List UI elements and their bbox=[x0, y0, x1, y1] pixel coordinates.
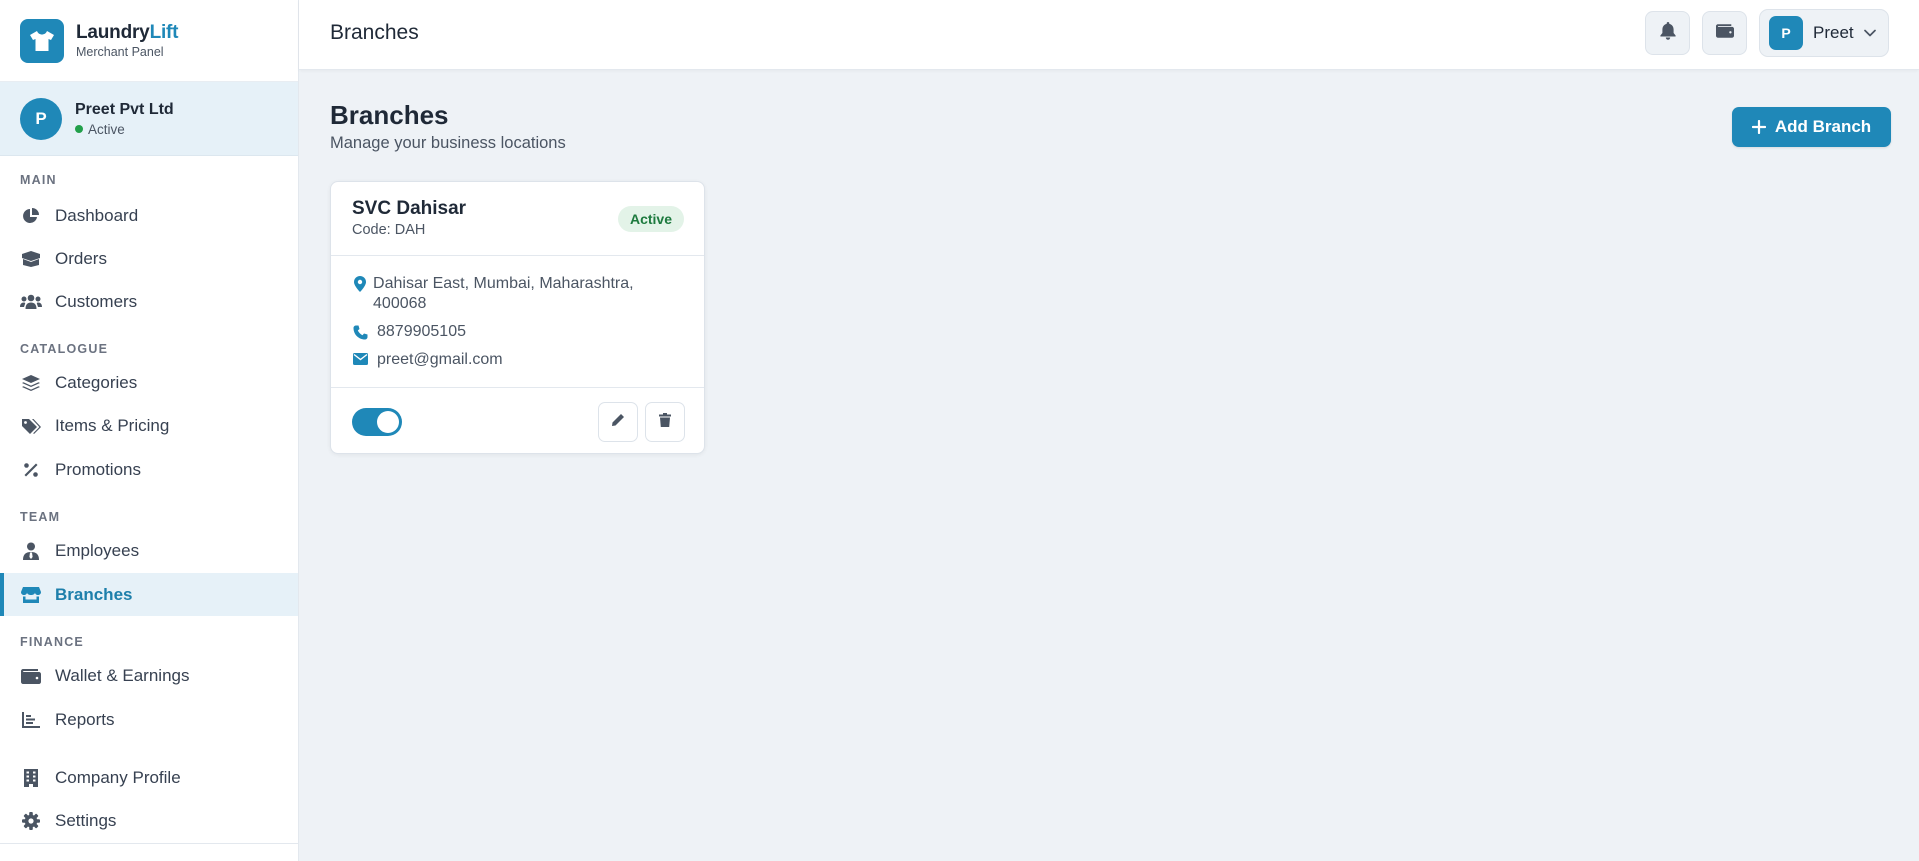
percent-icon bbox=[20, 459, 42, 481]
bell-icon bbox=[1659, 21, 1676, 45]
pencil-icon bbox=[611, 413, 625, 432]
users-icon bbox=[20, 291, 42, 313]
sidebar-item-orders[interactable]: Orders bbox=[0, 237, 298, 280]
company-card[interactable]: P Preet Pvt Ltd Active bbox=[0, 82, 298, 156]
user-avatar: P bbox=[1769, 16, 1803, 50]
sidebar-item-reports[interactable]: Reports bbox=[0, 698, 298, 741]
sidebar-item-label: Reports bbox=[55, 709, 115, 729]
wallet-button[interactable] bbox=[1702, 11, 1747, 55]
wallet-icon bbox=[20, 665, 42, 687]
sidebar-item-label: Items & Pricing bbox=[55, 415, 170, 435]
branch-phone: 8879905105 bbox=[377, 323, 466, 340]
sidebar-item-categories[interactable]: Categories bbox=[0, 361, 298, 404]
brand-name-part1: Laundry bbox=[76, 22, 150, 43]
gear-icon bbox=[20, 810, 42, 832]
sidebar-item-label: Wallet & Earnings bbox=[55, 665, 190, 685]
tags-icon bbox=[20, 415, 42, 437]
user-tie-icon bbox=[20, 540, 42, 562]
branch-active-toggle[interactable] bbox=[352, 408, 402, 436]
sidebar-item-label: Orders bbox=[55, 248, 107, 268]
nav-section-catalogue: CATALOGUE bbox=[20, 342, 109, 356]
branch-email: preet@gmail.com bbox=[377, 351, 503, 368]
add-branch-button[interactable]: Add Branch bbox=[1732, 107, 1891, 147]
nav-section-finance: FINANCE bbox=[20, 635, 84, 649]
company-avatar: P bbox=[20, 97, 62, 140]
wallet-icon bbox=[1715, 23, 1734, 43]
branch-address: Dahisar East, Mumbai, Maharashtra, 40006… bbox=[373, 275, 634, 312]
sidebar-item-company-profile[interactable]: Company Profile bbox=[0, 756, 298, 799]
branch-email-row: preet@gmail.com bbox=[352, 351, 503, 369]
nav-section-team: TEAM bbox=[20, 510, 61, 524]
status-dot-icon bbox=[75, 125, 83, 133]
brand-name: LaundryLift bbox=[76, 22, 179, 44]
bar-chart-icon bbox=[20, 709, 42, 731]
sidebar-item-customers[interactable]: Customers bbox=[0, 280, 298, 323]
brand-name-part2: Lift bbox=[149, 22, 179, 43]
chevron-down-icon bbox=[1863, 29, 1876, 37]
company-status-text: Active bbox=[88, 121, 125, 137]
box-open-icon bbox=[20, 248, 42, 270]
tshirt-logo-icon bbox=[20, 18, 64, 63]
sidebar-item-label: Company Profile bbox=[55, 767, 181, 787]
header-title: Branches bbox=[330, 21, 419, 44]
branch-address-row: Dahisar East, Mumbai, Maharashtra, 40006… bbox=[352, 274, 672, 314]
envelope-icon bbox=[352, 351, 368, 365]
sidebar-item-label: Dashboard bbox=[55, 205, 139, 225]
sidebar-item-settings[interactable]: Settings bbox=[0, 799, 298, 842]
phone-icon bbox=[352, 323, 368, 340]
sidebar: LaundryLift Merchant Panel P Preet Pvt L… bbox=[0, 0, 299, 861]
sidebar-divider bbox=[0, 843, 298, 844]
sidebar-item-promotions[interactable]: Promotions bbox=[0, 448, 298, 491]
delete-branch-button[interactable] bbox=[645, 402, 685, 442]
nav-section-main: MAIN bbox=[20, 173, 57, 187]
sidebar-item-label: Customers bbox=[55, 291, 138, 311]
sidebar-item-wallet-earnings[interactable]: Wallet & Earnings bbox=[0, 654, 298, 697]
branch-name: SVC Dahisar bbox=[352, 198, 467, 219]
notifications-button[interactable] bbox=[1645, 11, 1690, 55]
map-marker-icon bbox=[352, 274, 367, 292]
branch-code: Code: DAH bbox=[352, 222, 426, 238]
sidebar-item-label: Settings bbox=[55, 810, 117, 830]
toggle-knob bbox=[377, 411, 399, 433]
sidebar-item-label: Employees bbox=[55, 540, 140, 560]
company-name: Preet Pvt Ltd bbox=[75, 100, 174, 118]
branch-card: SVC Dahisar Code: DAH Active Dahisar Eas… bbox=[330, 181, 705, 454]
plus-icon bbox=[1751, 120, 1766, 134]
sidebar-item-items-pricing[interactable]: Items & Pricing bbox=[0, 404, 298, 447]
status-badge: Active bbox=[617, 206, 684, 232]
page-title: Branches bbox=[330, 100, 449, 130]
sidebar-item-branches[interactable]: Branches bbox=[0, 573, 298, 616]
user-name: Preet bbox=[1813, 23, 1854, 42]
pie-chart-icon bbox=[20, 205, 42, 227]
sidebar-item-label: Categories bbox=[55, 372, 138, 392]
brand-subtitle: Merchant Panel bbox=[76, 45, 164, 59]
page-subtitle: Manage your business locations bbox=[330, 134, 566, 152]
brand[interactable]: LaundryLift Merchant Panel bbox=[0, 0, 298, 82]
add-branch-label: Add Branch bbox=[1774, 117, 1872, 136]
company-status: Active bbox=[75, 122, 174, 137]
user-menu-button[interactable]: P Preet bbox=[1759, 9, 1889, 57]
trash-icon bbox=[659, 412, 671, 432]
sidebar-item-employees[interactable]: Employees bbox=[0, 529, 298, 572]
store-icon bbox=[20, 584, 42, 606]
branch-phone-row: 8879905105 bbox=[352, 323, 466, 341]
sidebar-item-label: Branches bbox=[55, 584, 133, 604]
sidebar-item-dashboard[interactable]: Dashboard bbox=[0, 194, 298, 237]
layers-icon bbox=[20, 372, 42, 394]
sidebar-item-label: Promotions bbox=[55, 459, 141, 479]
edit-branch-button[interactable] bbox=[598, 402, 638, 442]
building-icon bbox=[20, 767, 42, 789]
top-header: Branches P Preet bbox=[299, 0, 1919, 70]
